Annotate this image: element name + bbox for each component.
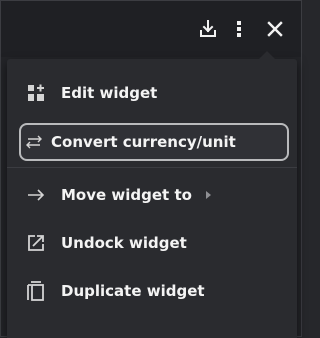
menu-item-move-widget-to[interactable]: Move widget to [15, 175, 291, 215]
menu-item-label: Duplicate widget [61, 282, 205, 300]
download-icon[interactable] [195, 16, 221, 42]
widget-options-menu: Edit widget Convert currency/unit Move w… [7, 51, 297, 338]
menu-item-edit-widget[interactable]: Edit widget [15, 73, 291, 113]
menu-item-convert-currency-unit[interactable]: Convert currency/unit [19, 123, 289, 161]
arrow-right-icon [15, 175, 49, 215]
external-link-icon [15, 223, 49, 263]
widget-header [1, 1, 301, 57]
menu-item-label: Edit widget [61, 84, 158, 102]
copy-icon [15, 271, 49, 311]
more-vertical-icon[interactable] [226, 16, 252, 42]
menu-divider [7, 167, 297, 168]
menu-item-label: Convert currency/unit [51, 133, 236, 151]
menu-item-undock-widget[interactable]: Undock widget [15, 223, 291, 263]
close-icon[interactable] [262, 16, 288, 42]
menu-item-duplicate-widget[interactable]: Duplicate widget [15, 271, 291, 311]
menu-caret [259, 51, 275, 59]
grid-plus-icon [15, 73, 49, 113]
chevron-right-icon [205, 191, 211, 199]
menu-item-label: Move widget to [61, 186, 192, 204]
menu-item-label: Undock widget [61, 234, 187, 252]
app-frame: Edit widget Convert currency/unit Move w… [0, 0, 302, 338]
swap-arrows-icon [21, 122, 47, 162]
